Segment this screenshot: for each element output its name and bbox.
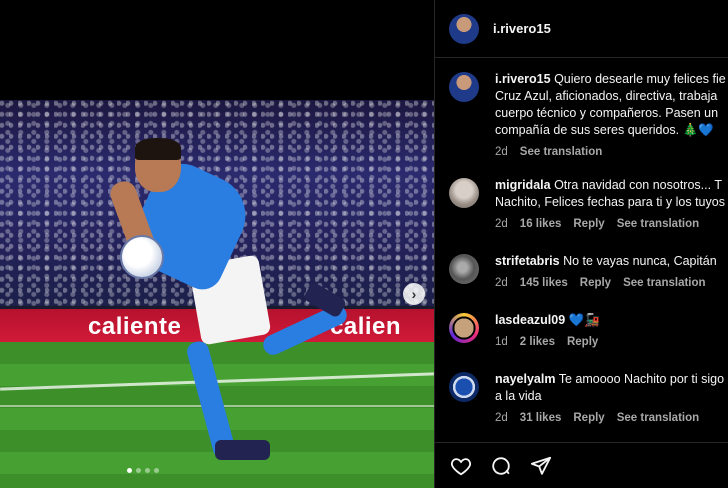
ball (120, 235, 164, 279)
avatar[interactable] (449, 13, 479, 44)
player-shoe-2 (215, 440, 270, 460)
reply-button[interactable]: Reply (567, 334, 598, 351)
post-media: caliente calien › (0, 0, 434, 488)
comment-text: Otra navidad con nosotros... T (554, 178, 722, 192)
comment-username[interactable]: strifetabris (495, 254, 560, 268)
comment-username[interactable]: lasdeazul09 (495, 313, 565, 327)
comment-time: 2d (495, 146, 508, 158)
comment-list: i.rivero15 Quiero desearle muy felices f… (435, 58, 728, 442)
comment-time: 1d (495, 336, 508, 348)
comment-text: Cruz Azul, aficionados, directiva, traba… (495, 89, 718, 103)
post-author[interactable]: i.rivero15 (493, 21, 551, 36)
comment-item: nayelyalm Te amoooo Nachito por ti sigo … (435, 358, 728, 427)
see-translation-link[interactable]: See translation (623, 275, 705, 292)
comment-username[interactable]: i.rivero15 (495, 72, 551, 86)
comment-icon[interactable] (489, 454, 513, 478)
comment-username[interactable]: migridala (495, 178, 551, 192)
carousel-dots (127, 468, 159, 473)
comment-text: Quiero desearle muy felices fie (554, 72, 726, 86)
see-translation-link[interactable]: See translation (520, 144, 602, 161)
reply-button[interactable]: Reply (573, 216, 604, 233)
comment-time: 2d (495, 412, 508, 424)
avatar[interactable] (449, 254, 479, 284)
comment-text: No te vayas nunca, Capitán (563, 254, 717, 268)
post-actions (435, 442, 728, 488)
reply-button[interactable]: Reply (573, 410, 604, 427)
share-icon[interactable] (529, 454, 553, 478)
carousel-dot (145, 468, 150, 473)
see-translation-link[interactable]: See translation (617, 410, 699, 427)
post-photo: caliente calien (0, 100, 434, 488)
comment-text: Nachito, Felices fechas para ti y los tu… (495, 195, 725, 209)
comment-item: lasdeazul09 💙🚂 1d 2 likes Reply (435, 299, 728, 351)
comment-text: 💙🚂 (568, 313, 600, 327)
comment-likes[interactable]: 31 likes (520, 410, 562, 427)
avatar[interactable] (449, 372, 479, 402)
comment-caption: i.rivero15 Quiero desearle muy felices f… (435, 58, 728, 161)
avatar[interactable] (449, 72, 479, 102)
post-header: i.rivero15 (435, 0, 728, 58)
chevron-right-icon[interactable]: › (403, 283, 425, 305)
comment-item: strifetabris No te vayas nunca, Capitán … (435, 240, 728, 292)
avatar[interactable] (449, 178, 479, 208)
player-figure (107, 138, 360, 461)
comment-likes[interactable]: 145 likes (520, 275, 568, 292)
comment-text: cuerpo técnico y compañeros. Pasen un (495, 106, 719, 120)
carousel-dot (154, 468, 159, 473)
player-hair (135, 138, 181, 160)
comment-text: a la vida (495, 389, 542, 403)
comment-likes[interactable]: 16 likes (520, 216, 562, 233)
comment-username[interactable]: nayelyalm (495, 372, 555, 386)
comment-text: compañía de sus seres queridos. 🎄💙 (495, 123, 714, 137)
see-translation-link[interactable]: See translation (617, 216, 699, 233)
comment-item: migridala Otra navidad con nosotros... T… (435, 164, 728, 233)
comment-time: 2d (495, 218, 508, 230)
reply-button[interactable]: Reply (580, 275, 611, 292)
carousel-dot (127, 468, 132, 473)
comments-panel: i.rivero15 i.rivero15 Quiero desearle mu… (434, 0, 728, 488)
avatar[interactable] (449, 313, 479, 343)
heart-icon[interactable] (449, 454, 473, 478)
comment-time: 2d (495, 277, 508, 289)
carousel-dot (136, 468, 141, 473)
comment-likes[interactable]: 2 likes (520, 334, 555, 351)
comment-text: Te amoooo Nachito por ti sigo (558, 372, 725, 386)
